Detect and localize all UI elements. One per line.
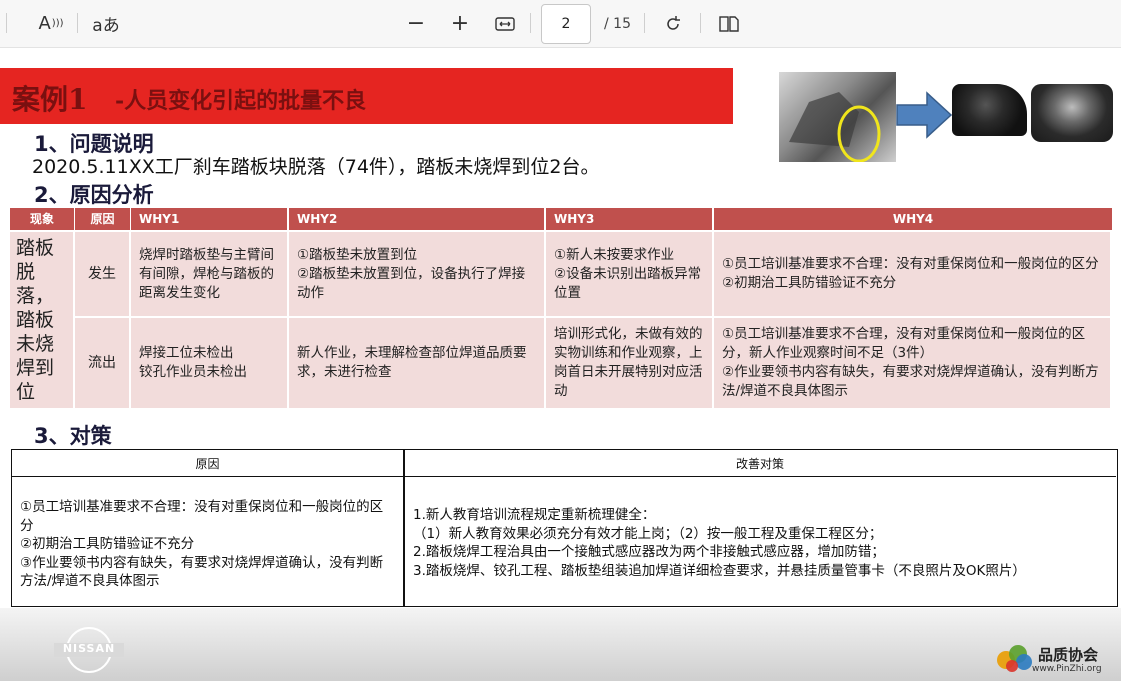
why1-outflow: 焊接工位未检出 铰孔作业员未检出 (131, 318, 289, 410)
slide-page: 案例1 -人员变化引起的批量不良 1、问题说明 2020.5.11XX工厂刹车踏… (0, 48, 1121, 681)
read-aloud-button[interactable]: A))) (36, 0, 66, 47)
part-sketch (789, 92, 881, 163)
why-phenomenon: 踏板脱落，踏板未烧焊到位 (10, 232, 75, 410)
section-countermeasure: 3、对策 (34, 424, 112, 448)
why2-occurrence: ①踏板垫未放置到位 ②踏板垫未放置到位，设备执行了焊接动作 (289, 232, 546, 318)
fit-width-icon (495, 16, 515, 31)
section-cause-analysis: 2、原因分析 (34, 183, 154, 207)
rotate-icon (667, 15, 680, 30)
nissan-logo-text: NISSAN (62, 642, 116, 655)
slide-subtitle: -人员变化引起的批量不良 (115, 88, 367, 114)
countermeasure-table: 原因 改善对策 ①员工培训基准要求不合理：没有对重保岗位和一般岗位的区分 ②初期… (11, 449, 1118, 607)
problem-description: 2020.5.11XX工厂刹车踏板块脱落（74件），踏板未烧焊到位2台。 (32, 156, 600, 178)
read-aloud-icon: A (38, 13, 51, 34)
brand-name: 品质协会 (1038, 646, 1099, 664)
nissan-logo: NISSAN (54, 625, 124, 675)
why-header-why4: WHY4 (714, 208, 1112, 230)
toolbar-separator (530, 13, 531, 33)
why-header-cause: 原因 (75, 208, 130, 230)
countermeasure-measure-text: 1.新人教育培训流程规定重新梳理健全： （1）新人教育效果必须充分有效才能上岗；… (413, 507, 1026, 579)
why4-outflow: ①员工培训基准要求不合理，没有对重保岗位和一般岗位的区分，新人作业观察时间不足（… (714, 318, 1112, 410)
text-options-icon: aあ (92, 16, 120, 36)
why-header-phenomenon: 现象 (10, 208, 74, 230)
page-number-input[interactable]: 2 (541, 4, 591, 44)
fit-width-button[interactable] (493, 0, 517, 47)
countermeasure-cause-text: ①员工培训基准要求不合理：没有对重保岗位和一般岗位的区分 ②初期治工具防错验证不… (20, 499, 384, 589)
why-analysis-table: 现象 原因 WHY1 WHY2 WHY3 WHY4 踏板脱落，踏板未烧焊到位 发… (10, 208, 1112, 410)
page-view-button[interactable] (717, 0, 741, 47)
why2-outflow: 新人作业，未理解检查部位焊道品质要求，未进行检查 (289, 318, 546, 410)
why1-occurrence: 烧焊时踏板垫与主臂间有间隙，焊枪与踏板的距离发生变化 (131, 232, 289, 318)
toolbar-separator (644, 13, 645, 33)
slide-title: 案例1 (12, 83, 88, 116)
why-cause-outflow: 流出 (75, 318, 131, 410)
brand-url: www.PinZhi.org (1032, 664, 1102, 674)
zoom-out-button[interactable]: − (404, 0, 428, 47)
text-options-button[interactable]: aあ (90, 0, 122, 47)
why-cause-occurrence: 发生 (75, 232, 131, 318)
why3-occurrence: ①新人未按要求作业 ②设备未识别出踏板异常位置 (546, 232, 714, 318)
part-photo-defect (1031, 84, 1113, 142)
why-header-why1: WHY1 (131, 208, 287, 230)
countermeasure-header-cause: 原因 (12, 450, 403, 477)
part-photo-main (779, 72, 896, 163)
toolbar-separator (77, 13, 78, 33)
toolbar-separator (700, 13, 701, 33)
why-header-why3: WHY3 (546, 208, 712, 230)
arrow-icon (896, 91, 953, 139)
page-view-icon (719, 15, 739, 32)
toolbar-separator (6, 13, 7, 33)
pdf-toolbar: A))) aあ − + 2 / 15 (0, 0, 1121, 48)
slide-footer (0, 608, 1121, 681)
countermeasure-header-measure: 改善对策 (404, 450, 1116, 477)
title-banner (0, 68, 733, 124)
rotate-button[interactable] (661, 0, 685, 47)
why3-outflow: 培训形式化，未做有效的实物训练和作业观察，上岗首日未开展特别对应活动 (546, 318, 714, 410)
part-photo-detail (952, 84, 1027, 136)
zoom-in-button[interactable]: + (448, 0, 472, 47)
why-header-why2: WHY2 (289, 208, 544, 230)
pinzhi-logo-icon (996, 642, 1034, 672)
why4-occurrence: ①员工培训基准要求不合理：没有对重保岗位和一般岗位的区分 ②初期治工具防错验证不… (714, 232, 1112, 318)
page-total: / 15 (604, 15, 631, 32)
